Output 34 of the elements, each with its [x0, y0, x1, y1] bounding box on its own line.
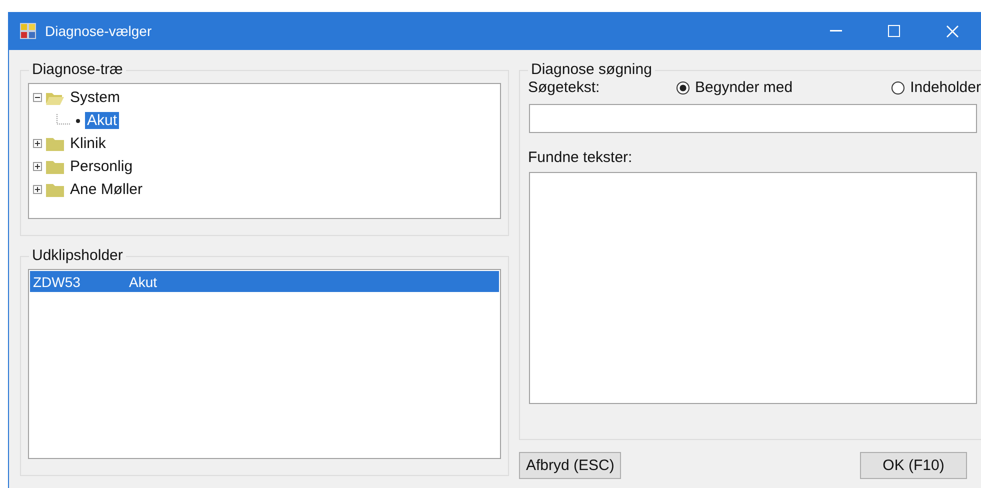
- app-icon: [19, 22, 37, 40]
- folder-icon: [45, 182, 65, 198]
- leaf-icon: [74, 116, 82, 124]
- radio-button[interactable]: Indeholder: [891, 79, 981, 96]
- expand-icon[interactable]: [33, 185, 42, 194]
- group-title: Diagnose-træ: [29, 61, 126, 78]
- radio-icon[interactable]: [676, 80, 690, 94]
- folder-icon: [45, 158, 65, 174]
- collapse-icon[interactable]: [33, 93, 42, 102]
- tree-node[interactable]: Personlig: [68, 158, 135, 175]
- tree-node[interactable]: Akut: [85, 112, 120, 129]
- expand-icon[interactable]: [33, 139, 42, 148]
- group-title: Diagnose søgning: [528, 61, 655, 78]
- expand-icon[interactable]: [33, 162, 42, 171]
- folder-icon: [45, 136, 65, 152]
- window-title: Diagnose-vælger: [45, 23, 153, 39]
- clipboard-list[interactable]: ZDW53 Akut: [28, 269, 501, 459]
- close-icon[interactable]: [946, 24, 958, 38]
- radio-button[interactable]: Begynder med: [676, 79, 793, 96]
- minimize-icon[interactable]: [830, 30, 842, 32]
- maximize-icon[interactable]: [888, 25, 900, 37]
- clipboard-row[interactable]: ZDW53 Akut: [30, 271, 499, 292]
- search-label: Søgetekst:: [528, 79, 601, 96]
- tree-node[interactable]: System: [68, 89, 122, 106]
- dialog-button[interactable]: Afbryd (ESC): [519, 452, 622, 479]
- results-label: Fundne tekster:: [528, 149, 634, 166]
- dialog-button[interactable]: OK (F10): [860, 452, 967, 479]
- tree-node[interactable]: Klinik: [68, 135, 108, 152]
- tree-view[interactable]: System Akut Klinik Personlig Ane Møller: [28, 83, 501, 219]
- group-title: Udklipsholder: [29, 247, 126, 264]
- search-field[interactable]: [529, 104, 977, 133]
- tree-node[interactable]: Ane Møller: [68, 181, 145, 198]
- radio-icon[interactable]: [891, 80, 906, 94]
- tree-connector: [55, 114, 71, 128]
